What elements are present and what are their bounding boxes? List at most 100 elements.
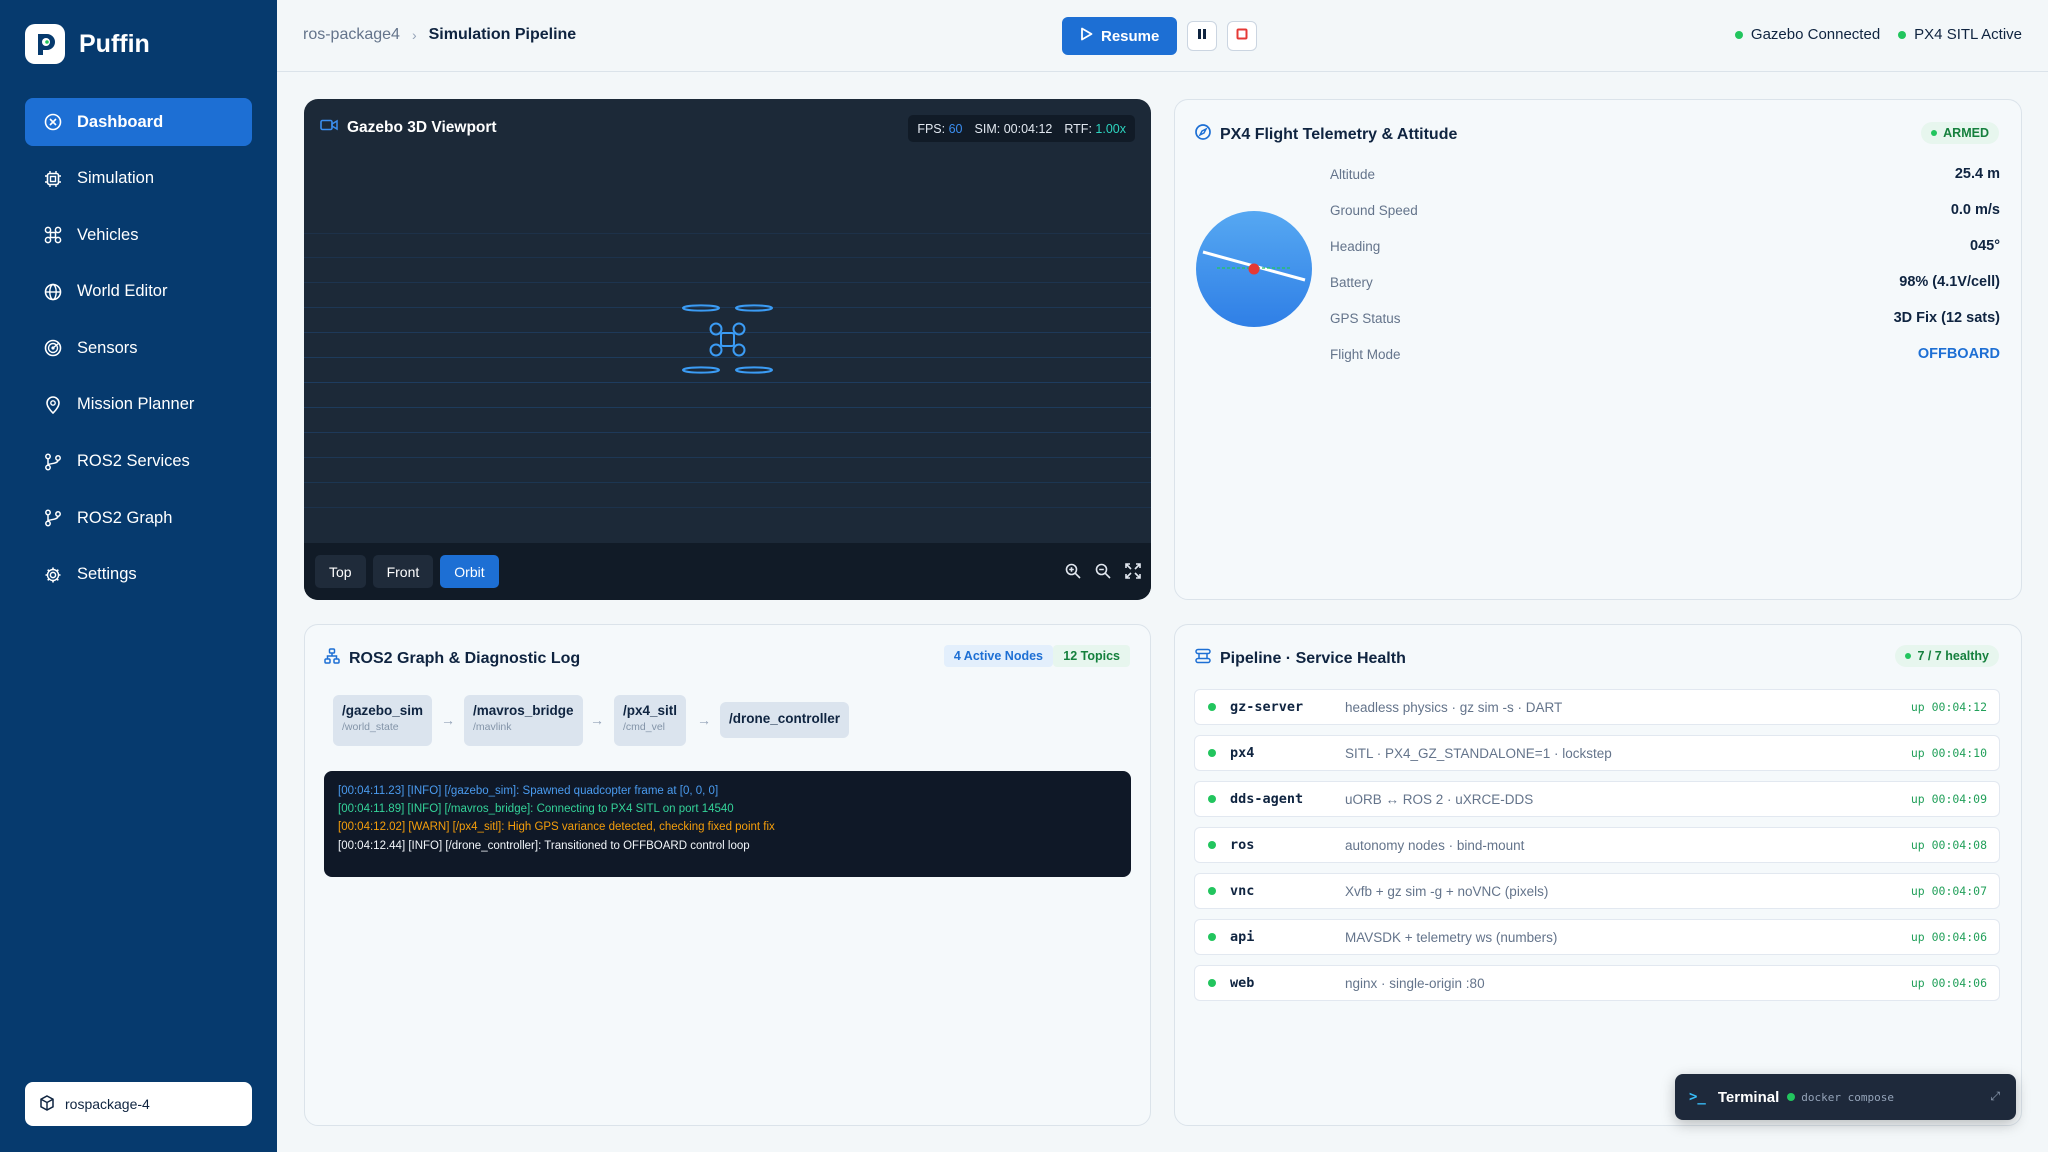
breadcrumb: ros-package4 › Simulation Pipeline bbox=[303, 26, 576, 44]
stop-button[interactable] bbox=[1227, 21, 1258, 51]
status-gazebo: Gazebo Connected bbox=[1734, 26, 1880, 43]
pause-icon bbox=[1196, 27, 1208, 45]
status-dot bbox=[1208, 795, 1216, 803]
healthy-badge-label: 7 / 7 healthy bbox=[1917, 649, 1989, 663]
service-name: api bbox=[1230, 929, 1255, 945]
sidebar-item-label: ROS2 Graph bbox=[77, 508, 173, 527]
sidebar-item-vehicles[interactable]: Vehicles bbox=[25, 211, 252, 259]
graph-node[interactable]: /px4_sitl /cmd_vel bbox=[614, 695, 687, 746]
sidebar-item-dashboard[interactable]: Dashboard bbox=[25, 98, 252, 146]
sidebar-item-label: Vehicles bbox=[77, 225, 139, 244]
git-branch-icon bbox=[43, 508, 63, 528]
status-dot bbox=[1208, 841, 1216, 849]
service-desc: autonomy nodes · bind-mount bbox=[1345, 837, 1525, 853]
viewport-toolbar: Top Front Orbit bbox=[304, 543, 1151, 600]
service-name: ros bbox=[1230, 837, 1255, 853]
view-orbit-button[interactable]: Orbit bbox=[440, 555, 499, 588]
service-uptime: up 00:04:07 bbox=[1910, 884, 1987, 898]
rtf-label: RTF: bbox=[1064, 121, 1092, 136]
workspace-selector[interactable]: rospackage-4 bbox=[25, 1082, 252, 1126]
puffin-logo-icon bbox=[25, 24, 65, 64]
graph-node[interactable]: /mavros_bridge /mavlink bbox=[464, 695, 583, 746]
status-dot bbox=[1208, 979, 1216, 987]
gear-icon bbox=[43, 565, 63, 585]
gazebo-viewport[interactable]: Gazebo 3D Viewport FPS: 60 SIM: 00:04:12… bbox=[304, 99, 1151, 600]
graph-node[interactable]: /drone_controller bbox=[720, 702, 850, 738]
arrow-right-icon: → bbox=[697, 712, 711, 728]
service-uptime: up 00:04:06 bbox=[1910, 976, 1987, 990]
service-uptime: up 00:04:09 bbox=[1910, 792, 1987, 806]
sidebar-item-sensors[interactable]: Sensors bbox=[25, 324, 252, 372]
fullscreen-icon[interactable] bbox=[1125, 563, 1141, 584]
telemetry-label: GPS Status bbox=[1330, 310, 1401, 326]
telemetry-value: 98% (4.1V/cell) bbox=[1899, 274, 2000, 290]
sidebar-item-label: Simulation bbox=[77, 169, 155, 188]
terminal-subtitle: docker compose bbox=[1787, 1091, 1894, 1104]
telemetry-row-heading: Heading 045° bbox=[1330, 238, 2000, 254]
resume-button[interactable]: Resume bbox=[1062, 17, 1178, 55]
service-desc: Xvfb + gz sim -g + noVNC (pixels) bbox=[1345, 883, 1549, 899]
service-row[interactable]: web nginx · single-origin :80 up 00:04:0… bbox=[1194, 965, 2000, 1001]
telemetry-label: Heading bbox=[1330, 238, 1381, 254]
status-dot bbox=[1208, 887, 1216, 895]
pipeline-title-text: Pipeline · Service Health bbox=[1220, 649, 1406, 667]
workspace-name: rospackage-4 bbox=[65, 1096, 150, 1112]
fps-stat: FPS: 60 bbox=[917, 122, 962, 136]
quadcopter-model[interactable] bbox=[681, 304, 775, 374]
log-line: [00:04:11.23] [INFO] [/gazebo_sim]: Spaw… bbox=[338, 785, 719, 797]
sidebar-item-settings[interactable]: Settings bbox=[25, 551, 252, 599]
arrow-right-icon: → bbox=[441, 712, 455, 728]
sidebar-item-world-editor[interactable]: World Editor bbox=[25, 268, 252, 316]
telemetry-card: PX4 Flight Telemetry & Attitude ARMED Al… bbox=[1174, 99, 2022, 600]
status-dot bbox=[1208, 749, 1216, 757]
sidebar-item-label: World Editor bbox=[77, 282, 168, 301]
pause-button[interactable] bbox=[1187, 21, 1218, 51]
view-top-button[interactable]: Top bbox=[315, 555, 366, 588]
breadcrumb-current: Simulation Pipeline bbox=[428, 26, 577, 43]
service-row[interactable]: dds-agent uORB ↔ ROS 2 · uXRCE-DDS up 00… bbox=[1194, 781, 2000, 817]
viewport-title: Gazebo 3D Viewport bbox=[320, 118, 497, 137]
rtf-stat: RTF: 1.00x bbox=[1064, 122, 1126, 136]
service-row[interactable]: ros autonomy nodes · bind-mount up 00:04… bbox=[1194, 827, 2000, 863]
service-uptime: up 00:04:06 bbox=[1910, 930, 1987, 944]
view-front-button[interactable]: Front bbox=[372, 555, 434, 588]
expand-icon[interactable]: ⤢ bbox=[1990, 1089, 2000, 1104]
status-group: Gazebo Connected PX4 SITL Active bbox=[1734, 26, 2022, 43]
telemetry-label: Flight Mode bbox=[1330, 346, 1401, 362]
graph-node[interactable]: /gazebo_sim /world_state bbox=[333, 695, 433, 746]
package-icon bbox=[39, 1094, 55, 1114]
telemetry-value: 25.4 m bbox=[1954, 166, 2000, 182]
node-topic: /cmd_vel bbox=[623, 721, 666, 733]
network-icon bbox=[324, 648, 340, 669]
breadcrumb-root[interactable]: ros-package4 bbox=[303, 26, 400, 44]
dashboard-icon bbox=[43, 112, 63, 132]
telemetry-row-gps: GPS Status 3D Fix (12 sats) bbox=[1330, 310, 2000, 326]
telemetry-row-altitude: Altitude 25.4 m bbox=[1330, 166, 2000, 182]
telemetry-value: 045° bbox=[1970, 238, 2000, 254]
zoom-in-icon[interactable] bbox=[1065, 563, 1081, 584]
drone-icon bbox=[43, 225, 63, 245]
zoom-out-icon[interactable] bbox=[1095, 563, 1111, 584]
diagnostic-log[interactable]: [00:04:11.23] [INFO] [/gazebo_sim]: Spaw… bbox=[324, 771, 1131, 877]
status-dot bbox=[1787, 1093, 1796, 1101]
sidebar-item-label: Sensors bbox=[77, 338, 138, 357]
status-px4-label: PX4 SITL Active bbox=[1914, 26, 2022, 43]
compass-icon bbox=[1195, 124, 1211, 145]
service-row[interactable]: gz-server headless physics · gz sim -s ·… bbox=[1194, 689, 2000, 725]
service-row[interactable]: px4 SITL · PX4_GZ_STANDALONE=1 · lockste… bbox=[1194, 735, 2000, 771]
terminal-dock[interactable]: >_ Terminal docker compose ⤢ bbox=[1675, 1074, 2016, 1120]
terminal-icon: >_ bbox=[1689, 1089, 1706, 1105]
service-row[interactable]: api MAVSDK + telemetry ws (numbers) up 0… bbox=[1194, 919, 2000, 955]
sidebar-item-mission-planner[interactable]: Mission Planner bbox=[25, 381, 252, 429]
terminal-subtitle-text: docker compose bbox=[1801, 1090, 1894, 1104]
node-name: /gazebo_sim bbox=[342, 703, 424, 718]
active-nodes-badge: 4 Active Nodes bbox=[943, 645, 1053, 667]
sidebar-item-simulation[interactable]: Simulation bbox=[25, 155, 252, 203]
brand[interactable]: Puffin bbox=[25, 24, 150, 64]
node-name: /mavros_bridge bbox=[473, 703, 574, 718]
telemetry-row-ground-speed: Ground Speed 0.0 m/s bbox=[1330, 202, 2000, 218]
sidebar-item-ros2-services[interactable]: ROS2 Services bbox=[25, 438, 252, 486]
video-camera-icon bbox=[320, 118, 338, 137]
service-row[interactable]: vnc Xvfb + gz sim -g + noVNC (pixels) up… bbox=[1194, 873, 2000, 909]
sidebar-item-ros2-graph[interactable]: ROS2 Graph bbox=[25, 494, 252, 542]
